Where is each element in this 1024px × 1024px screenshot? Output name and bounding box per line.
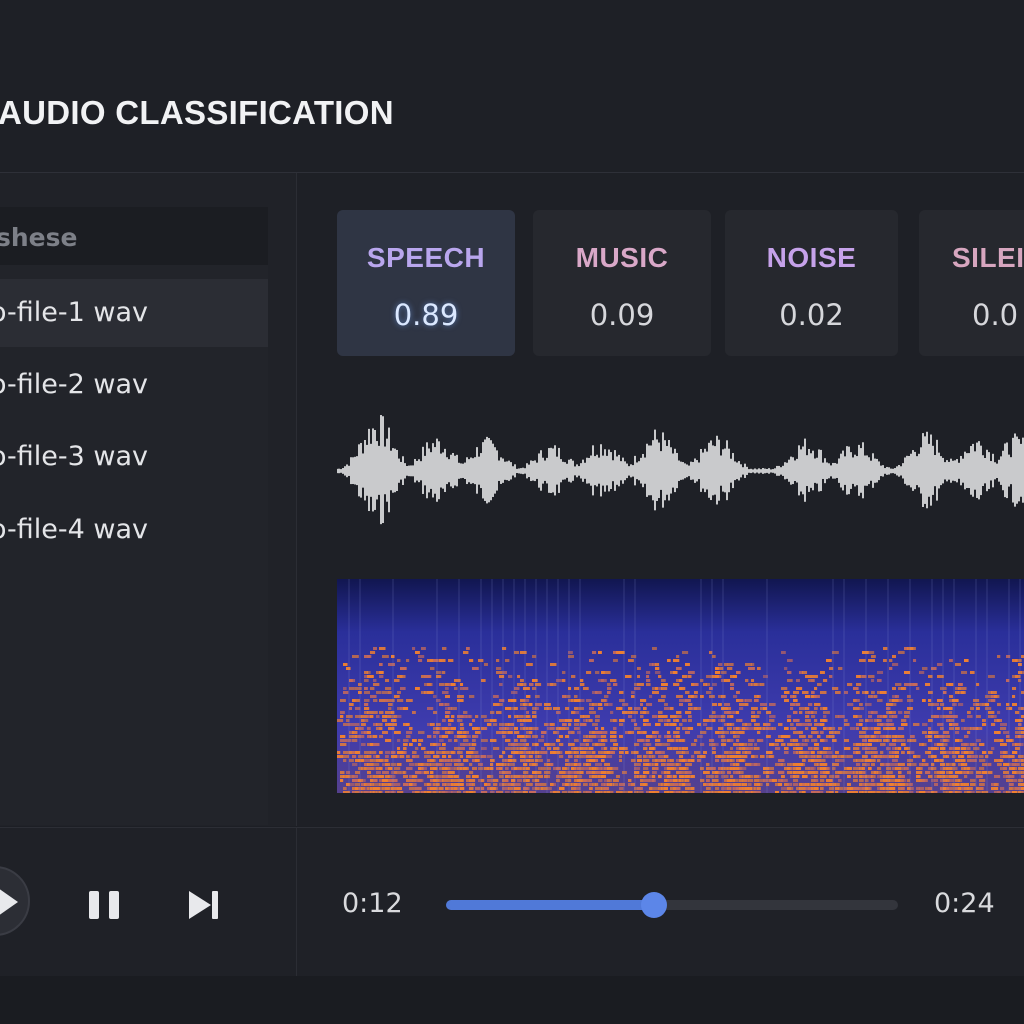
app-title: AUDIO CLASSIFICATION xyxy=(0,94,394,131)
class-card-noise[interactable]: NOISE 0.02 xyxy=(725,210,898,356)
class-label: SPEECH xyxy=(366,242,486,273)
file-item-4[interactable]: o-file-4 wav xyxy=(0,496,268,564)
file-sidebar: shese o-file-1 wav o-file-2 wav o-file-3… xyxy=(0,173,297,826)
class-label: NOISE xyxy=(766,242,857,273)
total-time: 0:24 xyxy=(934,888,995,919)
file-item-2[interactable]: o-file-2 wav xyxy=(0,351,268,419)
file-list-panel: shese o-file-1 wav o-file-2 wav o-file-3… xyxy=(0,207,268,825)
pause-icon xyxy=(89,891,99,919)
player-bar: 0:12 0:24 xyxy=(0,827,1024,976)
play-button[interactable] xyxy=(0,866,30,936)
file-item-label: o-file-4 wav xyxy=(0,514,148,545)
class-card-speech[interactable]: SPEECH 0.89 xyxy=(337,210,515,356)
class-label: MUSIC xyxy=(575,242,669,273)
file-item-label: o-file-3 wav xyxy=(0,441,148,472)
file-list-header-label: shese xyxy=(0,223,78,252)
class-card-silence[interactable]: SILEI 0.0 xyxy=(919,210,1024,356)
seek-thumb[interactable] xyxy=(640,892,667,918)
app-header: AUDIO CLASSIFICATION xyxy=(0,0,1024,173)
play-icon xyxy=(0,889,18,915)
analysis-panel: SPEECH 0.89 MUSIC 0.09 NOISE 0.02 SILEI … xyxy=(297,173,1024,826)
class-label: SILEI xyxy=(952,242,1024,273)
class-score: 0.09 xyxy=(589,298,655,332)
class-score: 0.89 xyxy=(393,298,459,332)
class-score: 0.0 xyxy=(972,298,1019,332)
class-card-music[interactable]: MUSIC 0.09 xyxy=(533,210,711,356)
skip-next-button[interactable] xyxy=(187,891,223,919)
skip-next-icon xyxy=(189,891,211,919)
file-item-label: o-file-1 wav xyxy=(0,297,148,328)
file-item-label: o-file-2 wav xyxy=(0,369,148,400)
player-divider xyxy=(296,828,297,976)
bottom-strip xyxy=(0,976,1024,1024)
current-time: 0:12 xyxy=(342,888,403,919)
class-score: 0.02 xyxy=(779,298,844,332)
file-item-3[interactable]: o-file-3 wav xyxy=(0,423,268,491)
seek-slider[interactable] xyxy=(446,892,898,918)
waveform-display[interactable] xyxy=(337,413,1024,543)
file-item-1[interactable]: o-file-1 wav xyxy=(0,279,268,347)
pause-button[interactable] xyxy=(87,891,123,919)
spectrogram-display[interactable] xyxy=(337,579,1024,793)
file-list-header: shese xyxy=(0,207,268,265)
seek-progress xyxy=(446,900,654,910)
